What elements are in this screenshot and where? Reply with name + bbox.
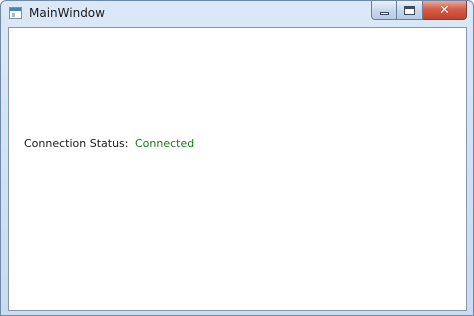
close-icon: ✕ <box>439 2 450 18</box>
connection-status-row: Connection Status: Connected <box>24 137 194 151</box>
close-button[interactable]: ✕ <box>423 1 467 20</box>
maximize-icon <box>404 5 415 15</box>
title-bar[interactable]: MainWindow ✕ <box>1 1 473 27</box>
client-area: Connection Status: Connected <box>8 27 467 311</box>
minimize-button[interactable] <box>371 1 397 20</box>
maximize-button[interactable] <box>397 1 423 20</box>
minimize-icon <box>379 11 389 15</box>
app-window-icon[interactable] <box>9 7 22 19</box>
connection-status-label: Connection Status: <box>24 137 129 150</box>
connection-status-value: Connected <box>135 137 195 150</box>
caption-buttons: ✕ <box>371 1 467 20</box>
window-title: MainWindow <box>29 6 105 20</box>
main-window: MainWindow ✕ Connection Status: Connecte… <box>0 0 474 316</box>
